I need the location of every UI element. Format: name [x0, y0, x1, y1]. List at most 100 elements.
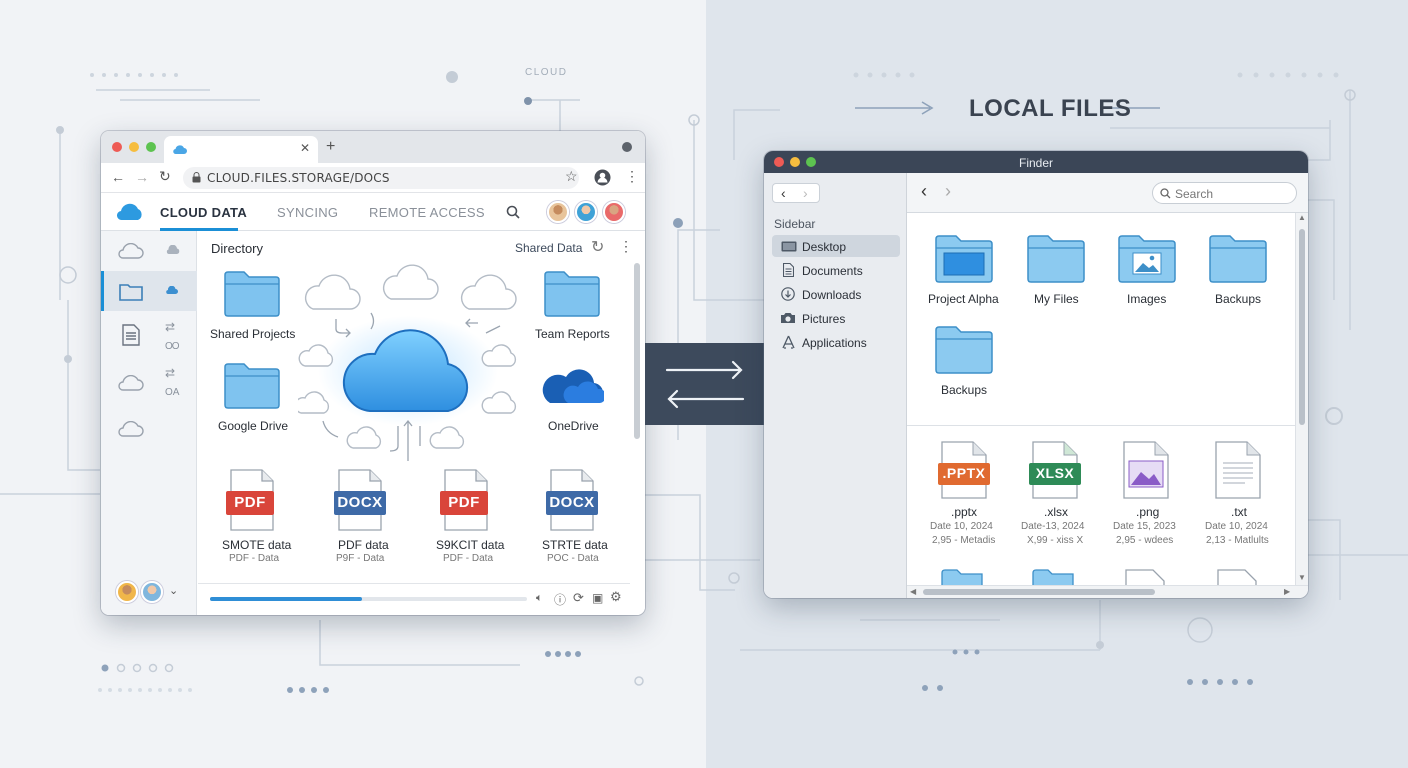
- search-icon[interactable]: [506, 205, 520, 219]
- tab-remote-access[interactable]: REMOTE ACCESS: [369, 205, 485, 220]
- search-input[interactable]: Search: [1152, 182, 1297, 204]
- png-file-icon: [1123, 441, 1169, 499]
- sidebar-item-pictures[interactable]: Pictures: [772, 307, 900, 329]
- minimize-window-button[interactable]: [790, 157, 800, 167]
- sync-arrows-icon[interactable]: ⇄: [165, 320, 175, 334]
- file-item[interactable]: PDF: [440, 469, 490, 533]
- transfer-arrows-panel: [645, 343, 765, 425]
- avatar[interactable]: [141, 581, 163, 603]
- close-window-button[interactable]: [112, 142, 122, 152]
- cloud-outline-icon[interactable]: [117, 375, 145, 391]
- file-meta: 2,95 - Metadis: [932, 535, 996, 546]
- shared-data-link[interactable]: Shared Data: [515, 241, 582, 255]
- scroll-left-arrow-icon: ◀: [910, 587, 917, 596]
- search-icon: [1160, 188, 1171, 199]
- vertical-scrollbar[interactable]: ▲ ▼: [1295, 213, 1308, 585]
- file-meta: 2,13 - Matlults: [1206, 535, 1269, 546]
- sidebar-item-desktop[interactable]: Desktop: [772, 235, 900, 257]
- file-item[interactable]: PDF: [226, 469, 276, 533]
- image-icon[interactable]: ▣: [592, 591, 603, 605]
- file-extension[interactable]: .pptx: [951, 505, 977, 519]
- folder-label[interactable]: Google Drive: [218, 419, 288, 433]
- scroll-thumb[interactable]: [923, 589, 1155, 595]
- image-folder-icon: [1118, 235, 1176, 283]
- settings-icon[interactable]: ⚙: [610, 589, 622, 605]
- file-name[interactable]: S9KCIT data: [436, 538, 504, 552]
- back-chevron-icon[interactable]: ‹: [781, 185, 786, 201]
- url-text: CLOUD.FILES.STORAGE/DOCS: [207, 171, 390, 185]
- folder-label[interactable]: OneDrive: [548, 419, 599, 433]
- file-type-badge: .PPTX: [938, 463, 990, 485]
- file-meta: POC - Data: [547, 553, 599, 564]
- horizontal-scrollbar[interactable]: ◀ ▶: [907, 585, 1308, 598]
- file-type-badge: XLSX: [1029, 463, 1081, 485]
- folder-label[interactable]: Project Alpha: [928, 292, 999, 306]
- file-type-badge: PDF: [440, 491, 488, 515]
- file-extension[interactable]: .xlsx: [1044, 505, 1068, 519]
- back-arrow-icon[interactable]: ←: [111, 169, 125, 185]
- scroll-thumb[interactable]: [1299, 229, 1305, 425]
- link-icon: OO: [165, 341, 180, 352]
- sidebar-item-folder[interactable]: [101, 271, 197, 311]
- avatar[interactable]: [547, 201, 569, 223]
- file-extension[interactable]: .txt: [1231, 505, 1247, 519]
- more-options-icon[interactable]: ⋮: [619, 238, 633, 255]
- browser-tab[interactable]: ✕: [164, 136, 318, 163]
- sidebar-item-downloads[interactable]: Downloads: [772, 283, 900, 305]
- file-item[interactable]: DOCX: [334, 469, 386, 533]
- refresh-icon[interactable]: ↻: [591, 237, 604, 257]
- reload-icon[interactable]: ↻: [159, 168, 171, 185]
- star-icon[interactable]: ☆: [565, 168, 578, 185]
- avatar[interactable]: [603, 201, 625, 223]
- new-tab-button[interactable]: +: [326, 138, 335, 156]
- minimize-window-button[interactable]: [129, 142, 139, 152]
- folder-label[interactable]: Images: [1127, 292, 1166, 306]
- folder-label[interactable]: Team Reports: [535, 327, 610, 341]
- cloud-network-illustration: [298, 264, 517, 461]
- close-tab-icon[interactable]: ✕: [300, 141, 310, 155]
- folder-icon: [224, 363, 280, 409]
- file-name[interactable]: SMOTE data: [222, 538, 291, 552]
- file-item[interactable]: DOCX: [546, 469, 598, 533]
- folder-label[interactable]: Backups: [941, 383, 987, 397]
- maximize-window-button[interactable]: [806, 157, 816, 167]
- app-header: CLOUD DATA SYNCING REMOTE ACCESS: [101, 193, 645, 231]
- file-date: Date 15, 2023: [1113, 521, 1176, 532]
- file-meta: PDF - Data: [443, 553, 494, 564]
- forward-chevron-icon[interactable]: ›: [803, 185, 808, 201]
- cloud-outline-icon[interactable]: [117, 243, 145, 259]
- url-field[interactable]: CLOUD.FILES.STORAGE/DOCS: [183, 167, 579, 189]
- folder-label[interactable]: Shared Projects: [210, 327, 295, 341]
- avatar[interactable]: [575, 201, 597, 223]
- sync-icon[interactable]: ⟳: [573, 590, 584, 606]
- back-chevron-icon[interactable]: ‹: [921, 181, 927, 202]
- volume-icon[interactable]: 🔈︎: [536, 592, 543, 605]
- sync-arrows-icon[interactable]: ⇄: [165, 366, 175, 380]
- file-name[interactable]: STRTE data: [542, 538, 608, 552]
- file-meta: 2,95 - wdees: [1116, 535, 1174, 546]
- avatar[interactable]: [116, 581, 138, 603]
- cloud-outline-icon[interactable]: [117, 421, 145, 437]
- vertical-scrollbar[interactable]: [634, 263, 640, 439]
- forward-chevron-icon[interactable]: ›: [945, 181, 951, 202]
- sidebar-item-documents[interactable]: Documents: [772, 259, 900, 281]
- tab-menu-icon[interactable]: [622, 142, 632, 152]
- file-extension[interactable]: .png: [1136, 505, 1159, 519]
- close-window-button[interactable]: [774, 157, 784, 167]
- profile-icon[interactable]: [594, 169, 611, 186]
- forward-arrow-icon[interactable]: →: [135, 169, 149, 185]
- sidebar-item-applications[interactable]: Applications: [772, 331, 900, 353]
- folder-label[interactable]: My Files: [1034, 292, 1079, 306]
- cloud-small-icon: [166, 286, 178, 295]
- chevron-down-icon[interactable]: ⌄: [169, 584, 178, 597]
- applications-icon: [782, 335, 795, 349]
- folder-label[interactable]: Backups: [1215, 292, 1261, 306]
- info-icon[interactable]: ⓘ: [554, 591, 566, 608]
- tab-syncing[interactable]: SYNCING: [277, 205, 338, 220]
- account-label-icon: OA: [165, 387, 180, 398]
- maximize-window-button[interactable]: [146, 142, 156, 152]
- tab-cloud-data[interactable]: CLOUD DATA: [160, 205, 247, 220]
- document-icon[interactable]: [122, 324, 140, 346]
- browser-menu-icon[interactable]: ⋮: [625, 168, 639, 185]
- file-name[interactable]: PDF data: [338, 538, 389, 552]
